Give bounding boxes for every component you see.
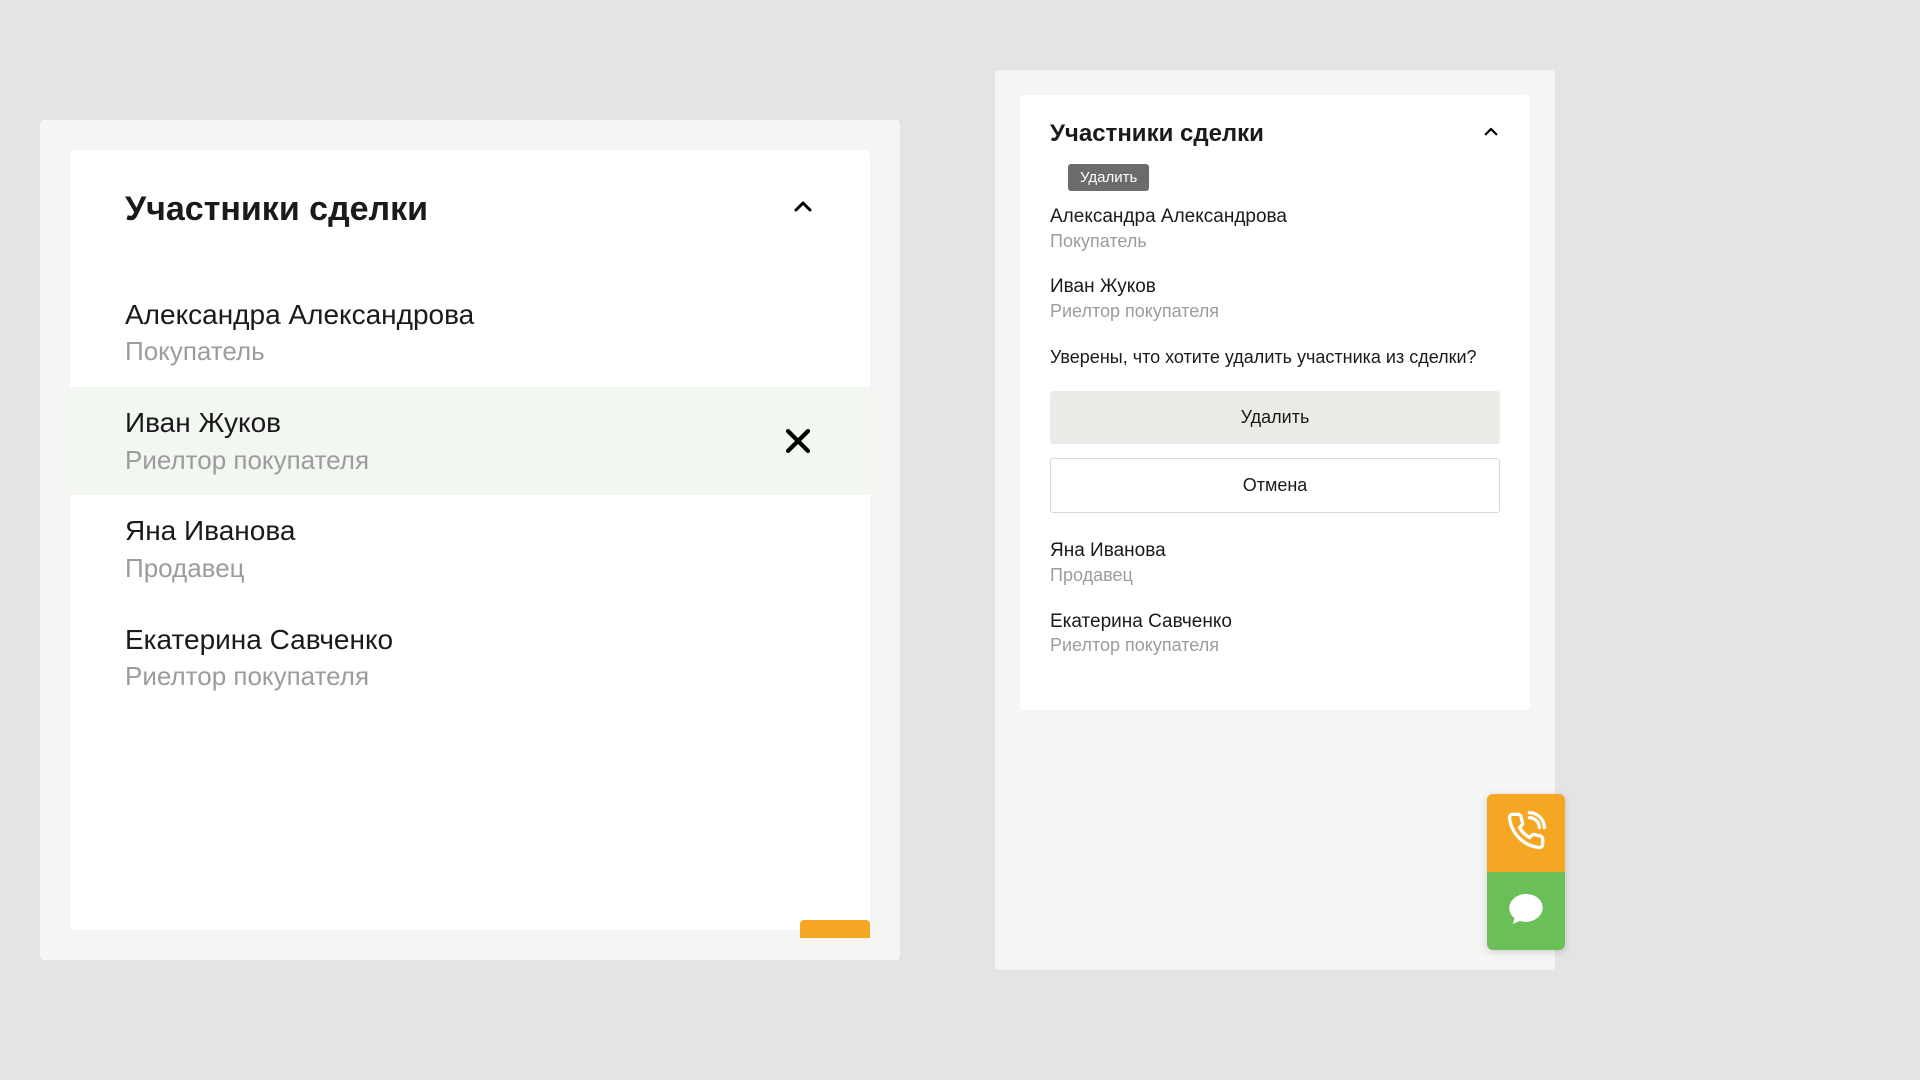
chevron-up-icon[interactable]: [1482, 123, 1500, 146]
participant-role: Риелтор покупателя: [125, 660, 815, 694]
participant-row[interactable]: Иван Жуков Риелтор покупателя: [1050, 275, 1500, 323]
card-title: Участники сделки: [1050, 120, 1264, 148]
participant-role: Продавец: [125, 552, 815, 586]
phone-icon: [1506, 811, 1546, 856]
participant-name: Иван Жуков: [1050, 275, 1500, 300]
orange-accent-tab: [800, 920, 870, 938]
participant-name: Александра Александрова: [1050, 205, 1500, 230]
card-title: Участники сделки: [125, 190, 428, 229]
participant-row[interactable]: Александра Александрова Покупатель: [70, 279, 870, 387]
participant-name: Александра Александрова: [125, 297, 815, 333]
card-header[interactable]: Участники сделки: [1050, 120, 1500, 148]
right-panel-container: Участники сделки Удалить Александра Алек…: [995, 70, 1555, 970]
deal-participants-card-left: Участники сделки Александра Александрова…: [70, 150, 870, 930]
participant-name: Яна Иванова: [1050, 539, 1500, 564]
participant-row[interactable]: Яна Иванова Продавец: [1050, 539, 1500, 587]
left-panel-container: Участники сделки Александра Александрова…: [40, 120, 900, 960]
participant-role: Покупатель: [1050, 230, 1500, 253]
participant-role: Продавец: [1050, 564, 1500, 587]
participant-row[interactable]: Екатерина Савченко Риелтор покупателя: [70, 604, 870, 712]
participant-name: Екатерина Савченко: [125, 622, 815, 658]
participant-name: Яна Иванова: [125, 513, 815, 549]
participant-name: Екатерина Савченко: [1050, 610, 1500, 635]
card-header[interactable]: Участники сделки: [70, 150, 870, 259]
close-icon[interactable]: [781, 424, 815, 458]
cancel-button[interactable]: Отмена: [1050, 458, 1500, 513]
chevron-up-icon[interactable]: [791, 195, 815, 224]
participant-row[interactable]: Екатерина Савченко Риелтор покупателя: [1050, 610, 1500, 658]
participant-role: Риелтор покупателя: [1050, 300, 1500, 323]
delete-button[interactable]: Удалить: [1050, 391, 1500, 444]
participant-role: Риелтор покупателя: [1050, 634, 1500, 657]
confirm-delete-text: Уверены, что хотите удалить участника из…: [1050, 345, 1500, 369]
deal-participants-card-right: Участники сделки Удалить Александра Алек…: [1020, 95, 1530, 710]
chat-button[interactable]: [1487, 872, 1565, 950]
participant-name: Иван Жуков: [125, 405, 815, 441]
chat-icon: [1506, 889, 1546, 934]
participant-row[interactable]: Александра Александрова Покупатель: [1050, 205, 1500, 253]
participant-row[interactable]: Яна Иванова Продавец: [70, 495, 870, 603]
participant-role: Покупатель: [125, 335, 815, 369]
participants-list: Александра Александрова Покупатель Иван …: [70, 259, 870, 712]
participant-row[interactable]: Иван Жуков Риелтор покупателя: [70, 387, 870, 495]
floating-action-buttons: [1487, 794, 1565, 950]
participant-role: Риелтор покупателя: [125, 444, 815, 478]
delete-tooltip: Удалить: [1068, 164, 1149, 191]
call-button[interactable]: [1487, 794, 1565, 872]
